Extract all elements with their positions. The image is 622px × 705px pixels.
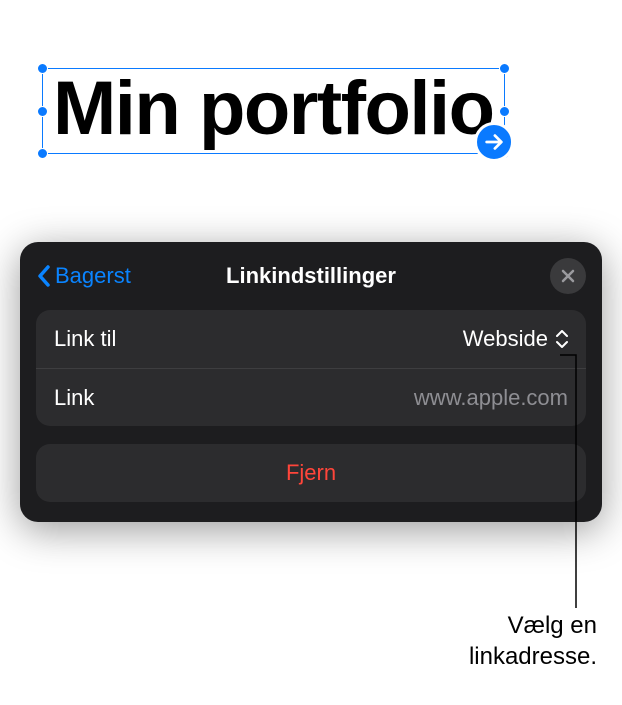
callout-line-1: Vælg en (469, 610, 597, 641)
popover-header: Bagerst Linkindstillinger (36, 258, 586, 294)
resize-handle-w[interactable] (37, 106, 48, 117)
link-to-value: Webside (463, 326, 568, 352)
link-to-label: Link til (54, 326, 116, 352)
remove-button-label: Fjern (286, 460, 336, 485)
callout-text: Vælg en linkadresse. (469, 610, 597, 672)
chevron-left-icon (36, 264, 52, 288)
resize-handle-e[interactable] (499, 106, 510, 117)
resize-handle-nw[interactable] (37, 63, 48, 74)
callout-line-2: linkadresse. (469, 641, 597, 672)
link-to-value-text: Webside (463, 326, 548, 352)
back-button-label: Bagerst (55, 263, 131, 289)
selected-text-frame[interactable]: Min portfolio (42, 68, 505, 154)
canvas-area: Min portfolio (0, 0, 622, 184)
close-icon (561, 269, 575, 283)
close-button[interactable] (550, 258, 586, 294)
link-url-placeholder: www.apple.com (414, 385, 568, 411)
resize-handle-ne[interactable] (499, 63, 510, 74)
settings-group: Link til Webside Link www.apple.com (36, 310, 586, 426)
remove-button[interactable]: Fjern (36, 444, 586, 502)
dropdown-indicator-icon (556, 330, 568, 348)
resize-handle-sw[interactable] (37, 148, 48, 159)
link-url-label: Link (54, 385, 94, 411)
link-url-row[interactable]: Link www.apple.com (36, 368, 586, 426)
link-to-row[interactable]: Link til Webside (36, 310, 586, 368)
back-button[interactable]: Bagerst (36, 263, 131, 289)
link-badge-icon[interactable] (474, 122, 514, 162)
title-text: Min portfolio (53, 69, 494, 149)
link-settings-popover: Bagerst Linkindstillinger Link til Websi… (20, 242, 602, 522)
